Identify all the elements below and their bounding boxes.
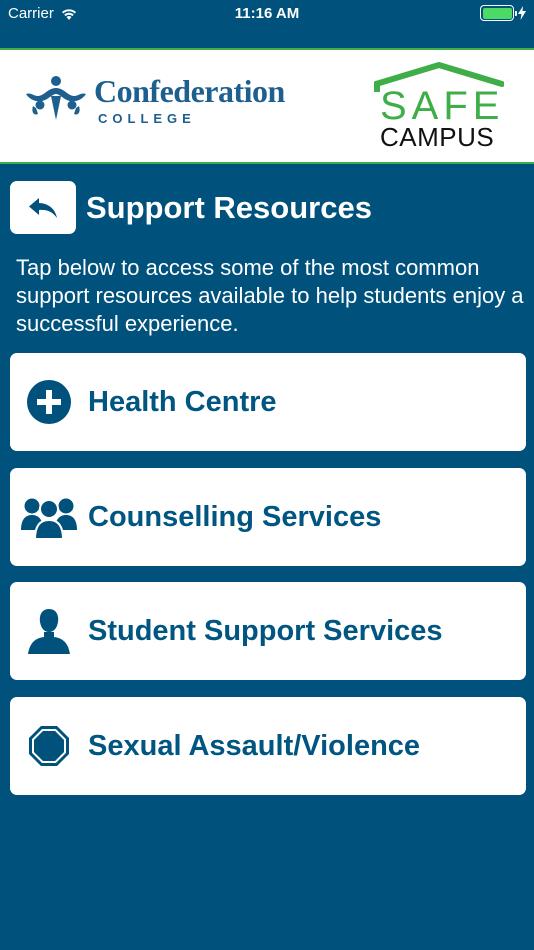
intro-text: Tap below to access some of the most com…: [16, 255, 524, 336]
plus-circle-icon: [27, 380, 71, 424]
counselling-services-label: Counselling Services: [88, 500, 382, 533]
charging-bolt-icon: [518, 6, 526, 20]
safe-campus-logo: SAFE CAMPUS: [374, 62, 504, 154]
safe-text: SAFE: [380, 84, 505, 128]
college-subtitle: COLLEGE: [98, 111, 196, 127]
battery-fill: [482, 7, 512, 19]
campus-text: CAMPUS: [380, 122, 495, 152]
battery-icon: [480, 5, 517, 21]
college-name: Confederation: [94, 73, 285, 109]
back-arrow-icon: [29, 197, 57, 218]
student-support-services-button[interactable]: Student Support Services: [10, 582, 526, 680]
health-centre-label: Health Centre: [88, 385, 277, 418]
back-button[interactable]: [10, 181, 76, 234]
confederation-emblem-icon: [26, 76, 86, 120]
status-bar: Carrier 11:16 AM: [0, 0, 534, 48]
group-icon: [21, 498, 77, 540]
status-time: 11:16 AM: [234, 5, 300, 22]
header-banner: Confederation COLLEGE SAFE CAMPUS: [0, 48, 534, 164]
sexual-assault-violence-button[interactable]: Sexual Assault/Violence: [10, 697, 526, 795]
page-title: Support Resources: [86, 190, 372, 225]
status-right: [480, 5, 526, 21]
confederation-college-logo: Confederation COLLEGE: [24, 73, 285, 127]
person-icon: [28, 609, 70, 654]
sexual-assault-violence-label: Sexual Assault/Violence: [88, 729, 421, 762]
student-support-services-label: Student Support Services: [88, 614, 443, 647]
counselling-services-button[interactable]: Counselling Services: [10, 468, 526, 566]
stop-sign-icon: [29, 726, 69, 766]
health-centre-button[interactable]: Health Centre: [10, 353, 526, 451]
